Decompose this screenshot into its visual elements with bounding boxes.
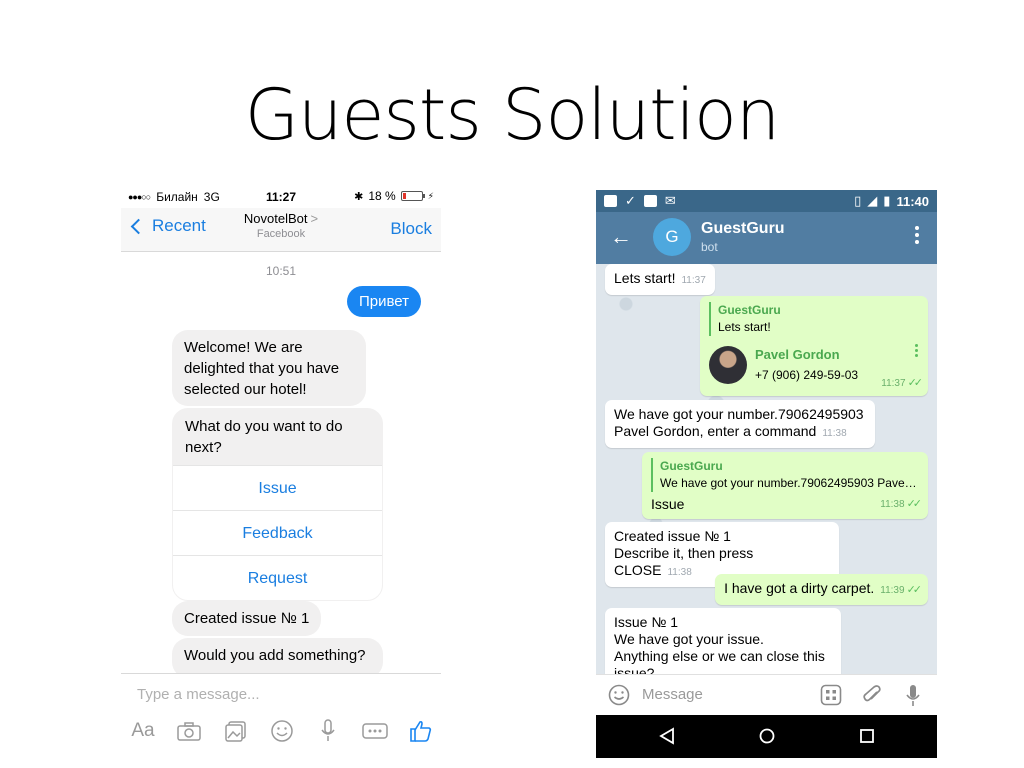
contact-photo: [709, 346, 747, 384]
chat-timestamp: 10:51: [265, 264, 297, 278]
message-input-bar: Message: [596, 674, 937, 715]
sent-message: Привет: [346, 286, 421, 317]
nav-recents-icon[interactable]: [858, 727, 876, 750]
android-nav-bar: [596, 715, 937, 758]
contact-phone: +7 (906) 249-59-03: [755, 368, 859, 382]
message-input[interactable]: Message: [642, 686, 703, 703]
messenger-nav-bar: Recent NovotelBot > Facebook Block: [121, 208, 441, 252]
reply-author: GuestGuru: [718, 303, 781, 317]
bluetooth-icon: ✱: [354, 190, 364, 203]
message-composer: Type a message... Aa: [121, 673, 441, 752]
microphone-icon[interactable]: [315, 719, 341, 743]
option-feedback-button[interactable]: Feedback: [173, 510, 382, 555]
contact-menu-icon[interactable]: [915, 344, 918, 357]
photo-gallery-icon[interactable]: [223, 719, 249, 743]
contact-name: Pavel Gordon: [755, 347, 840, 362]
telegram-screen: ✓ ✉ ▯ ◢ ▮ 11:40 ← G GuestGuru bot Lets s…: [596, 190, 937, 758]
option-request-button[interactable]: Request: [173, 555, 382, 600]
chevron-right-icon: >: [310, 211, 319, 226]
notification-icon: [604, 195, 617, 207]
message-input[interactable]: Type a message...: [137, 686, 260, 703]
option-issue-button[interactable]: Issue: [173, 465, 382, 510]
signal-icon: ◢: [867, 193, 878, 208]
messenger-screen: ●●●○○ Билайн 3G 11:27 ✱ 18 % ⚡ Recent No…: [121, 184, 441, 752]
message-time: 11:37: [881, 378, 906, 389]
message-line: Pavel Gordon, enter a command: [614, 423, 817, 439]
menu-kebab-icon[interactable]: [915, 226, 919, 244]
message-line: We have got your issue.: [614, 631, 764, 647]
reply-quote: GuestGuru We have got your number.790624…: [651, 458, 919, 492]
text-format-button[interactable]: Aa: [130, 719, 156, 743]
chat-title[interactable]: GuestGuru: [701, 220, 785, 238]
read-check-icon: ✓✓: [906, 584, 923, 596]
message-line: Issue № 1: [614, 614, 679, 630]
partial-message: Would you add something?: [172, 638, 383, 678]
welcome-message: Welcome! We are delighted that you have …: [172, 330, 366, 406]
message-outgoing: I have got a dirty carpet. 11:39 ✓✓: [715, 574, 928, 605]
message-text: Issue: [651, 496, 685, 512]
mail-notification-icon: ✉: [664, 193, 676, 208]
ios-status-bar: ●●●○○ Билайн 3G 11:27 ✱ 18 % ⚡: [121, 184, 441, 208]
message-line: Created issue № 1: [614, 528, 731, 544]
battery-percent: 18 %: [368, 189, 396, 203]
reply-text: Lets start!: [718, 320, 771, 334]
quick-reply-card: What do you want to do next? Issue Feedb…: [172, 408, 383, 601]
status-time: 11:40: [896, 193, 929, 209]
message-outgoing-contact: GuestGuru Lets start! Pavel Gordon +7 (9…: [700, 296, 928, 396]
slide-title: Guests Solution: [244, 74, 780, 156]
camera-icon[interactable]: [176, 719, 202, 743]
charging-icon: ⚡: [427, 190, 434, 201]
message-time: 11:38: [880, 499, 905, 510]
contact-name: NovotelBot: [243, 211, 308, 226]
message-text: I have got a dirty carpet.: [724, 580, 875, 596]
message-time: 11:39: [880, 585, 905, 596]
android-status-bar: ✓ ✉ ▯ ◢ ▮ 11:40: [596, 190, 937, 212]
bot-commands-icon[interactable]: [820, 684, 842, 711]
message-text: Lets start!: [614, 270, 676, 286]
message-outgoing: GuestGuru We have got your number.790624…: [642, 452, 928, 519]
thumbs-up-icon[interactable]: [408, 719, 434, 743]
attach-icon[interactable]: [862, 684, 882, 711]
nav-home-icon[interactable]: [758, 727, 776, 750]
reply-text: We have got your number.79062495903 Pave…: [660, 476, 917, 490]
more-options-icon[interactable]: [361, 719, 388, 743]
block-button[interactable]: Block: [390, 219, 432, 239]
reply-quote: GuestGuru Lets start!: [709, 302, 919, 336]
chat-header: ← G GuestGuru bot: [596, 212, 937, 264]
message-time: 11:37: [681, 275, 706, 286]
read-check-icon: ✓✓: [907, 377, 924, 389]
reply-author: GuestGuru: [660, 459, 723, 473]
message-time: 11:38: [667, 567, 692, 578]
question-text: What do you want to do next?: [185, 418, 343, 456]
message-incoming: We have got your number.79062495903 Pave…: [605, 400, 875, 448]
vibrate-icon: ▯: [854, 193, 862, 208]
microphone-icon[interactable]: [905, 684, 921, 713]
created-issue-message: Created issue № 1: [172, 601, 322, 636]
emoji-icon[interactable]: [269, 719, 295, 743]
back-arrow-icon[interactable]: ←: [610, 224, 632, 250]
read-check-icon: ✓✓: [906, 498, 923, 510]
message-incoming: Lets start! 11:37: [605, 264, 715, 295]
emoji-icon[interactable]: [608, 684, 630, 711]
message-time: 11:38: [822, 428, 847, 439]
check-notification-icon: ✓: [625, 193, 636, 208]
battery-icon: ▮: [883, 193, 891, 208]
message-line: We have got your number.79062495903: [614, 406, 864, 422]
message-line: Anything else or we can close this: [614, 648, 825, 664]
nav-back-icon[interactable]: [658, 727, 676, 750]
image-notification-icon: [643, 195, 657, 207]
avatar[interactable]: G: [653, 218, 691, 256]
battery-icon: [400, 191, 425, 201]
chat-subtitle: bot: [701, 240, 718, 254]
